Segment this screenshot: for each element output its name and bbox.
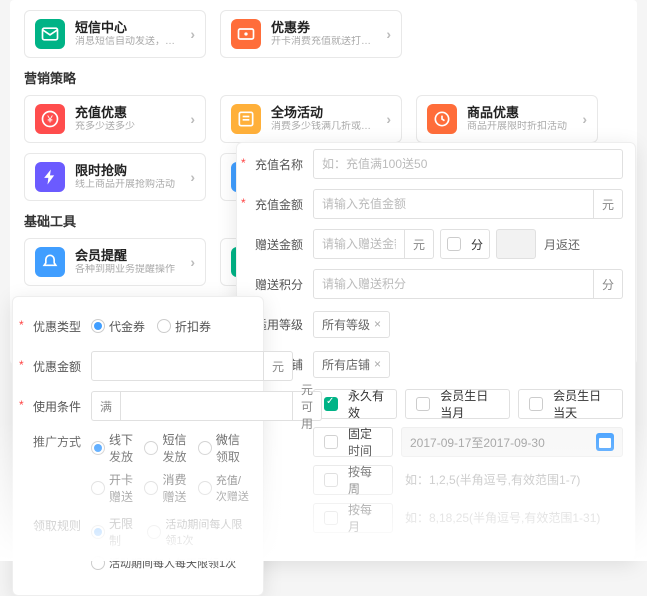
recharge-form: 充值名称 充值金额 元 赠送金额 元 分 月返还 赠送积分 分 适用等级 所有等… [236,142,636,560]
chevron-right-icon: › [190,26,195,42]
tile-title: 全场活动 [271,105,376,121]
svg-text:¥: ¥ [46,114,53,125]
mail-icon [35,19,65,49]
nav-tile[interactable]: 商品优惠商品开展限时折扣活动 › [416,95,598,143]
forever-checkbox[interactable]: 永久有效 [313,389,397,419]
cond-suffix: 元可用 [293,391,322,421]
nav-tile[interactable]: 优惠券开卡消费充值就送打折券、代金券 › [220,10,402,58]
tile-sub: 开卡消费充值就送打折券、代金券 [271,36,376,48]
weekly-checkbox[interactable]: 按每周 [313,465,393,495]
nav-tile[interactable]: 限时抢购线上商品开展抢购活动 › [24,153,206,201]
chevron-right-icon: › [190,169,195,185]
nav-tile[interactable]: 全场活动消费多少钱满几折或者减多少 › [220,95,402,143]
recharge-name-input[interactable] [313,149,623,179]
level-tag[interactable]: 所有等级× [313,311,390,338]
date-range-picker[interactable]: 2017-09-17至2017-09-30 [401,427,623,457]
chevron-right-icon: › [386,111,391,127]
get-rule-radio[interactable] [91,556,105,570]
bonus-points-input[interactable] [313,269,594,299]
coupon-form: 优惠类型 代金券 折扣券 优惠金额 元 使用条件 满 元可用 推广方式 线下发放… [12,296,264,596]
section-marketing: 营销策略 [24,68,623,87]
monthly-hint: 如：8,18,25(半角逗号,有效范围1-31) [401,503,623,533]
nav-tile[interactable]: 会员提醒各种到期业务提醒操作 › [24,238,206,286]
tile-title: 会员提醒 [75,248,180,264]
bell-icon [35,247,65,277]
tile-sub: 消息短信自动发送，节假日优惠一键触达 [75,36,180,48]
cond-prefix: 满 [91,391,120,421]
tile-title: 商品优惠 [467,105,572,121]
chevron-right-icon: › [190,111,195,127]
list-icon [231,104,261,134]
promo-radio[interactable] [198,441,212,455]
yen-icon: ¥ [35,104,65,134]
unit-suffix: 元 [264,351,293,381]
field-label: 领取规则 [27,515,81,534]
close-icon[interactable]: × [374,317,381,331]
promo-radio[interactable] [91,441,105,455]
coupon-amount-input[interactable] [91,351,264,381]
field-label: 赠送金额 [249,236,303,253]
unit-suffix: 元 [594,189,623,219]
get-rule-radio[interactable] [147,525,161,539]
unit-suffix: 分 [594,269,623,299]
field-label: 优惠类型 [27,318,81,335]
tile-sub: 消费多少钱满几折或者减多少 [271,121,376,133]
bonus-return-label: 月返还 [544,236,580,253]
clock-icon [427,104,457,134]
bonus-split-checkbox[interactable]: 分 [440,229,490,259]
birthday-month-checkbox[interactable]: 会员生日当月 [405,389,510,419]
promo-radio[interactable] [144,481,158,495]
condition-input[interactable] [120,391,293,421]
promo-radio[interactable] [198,481,212,495]
tile-title: 限时抢购 [75,163,180,179]
promo-radio[interactable] [144,441,158,455]
get-rule-radio[interactable] [91,525,105,539]
weekly-hint: 如：1,2,5(半角逗号,有效范围1-7) [401,465,623,495]
ticket-icon [231,19,261,49]
calendar-icon [596,433,614,451]
tile-title: 短信中心 [75,20,180,36]
field-label: 充值名称 [249,156,303,173]
chevron-right-icon: › [386,26,391,42]
field-label: 推广方式 [27,431,81,450]
promo-radio[interactable] [91,481,105,495]
chevron-right-icon: › [190,254,195,270]
bonus-months-input[interactable] [496,229,536,259]
bolt-icon [35,162,65,192]
nav-tile[interactable]: 短信中心消息短信自动发送，节假日优惠一键触达 › [24,10,206,58]
birthday-day-checkbox[interactable]: 会员生日当天 [518,389,623,419]
tile-title: 优惠券 [271,20,376,36]
tile-sub: 各种到期业务提醒操作 [75,264,180,276]
nav-tile[interactable]: ¥ 充值优惠充多少送多少 › [24,95,206,143]
close-icon[interactable]: × [374,357,381,371]
coupon-type-radio[interactable] [157,319,171,333]
recharge-amount-input[interactable] [313,189,594,219]
tile-sub: 线上商品开展抢购活动 [75,179,180,191]
coupon-type-radio[interactable] [91,319,105,333]
shop-tag[interactable]: 所有店铺× [313,351,390,378]
bonus-amount-input[interactable] [313,229,405,259]
tile-title: 充值优惠 [75,105,180,121]
chevron-right-icon: › [582,111,587,127]
field-label: 优惠金额 [27,358,81,375]
field-label: 赠送积分 [249,276,303,293]
monthly-checkbox[interactable]: 按每月 [313,503,393,533]
unit-suffix: 元 [405,229,434,259]
field-label: 充值金额 [249,196,303,213]
tile-sub: 充多少送多少 [75,121,180,133]
tile-sub: 商品开展限时折扣活动 [467,121,572,133]
field-label: 使用条件 [27,398,81,415]
fixed-time-checkbox[interactable]: 固定时间 [313,427,393,457]
